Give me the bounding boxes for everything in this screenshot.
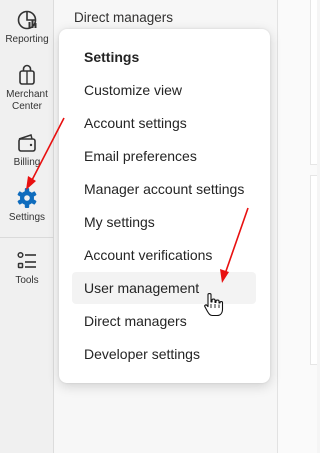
nav-item-label: Reporting: [5, 34, 49, 45]
nav-item-reporting[interactable]: Reporting: [0, 9, 54, 46]
menu-item-user-management[interactable]: User management: [72, 272, 256, 304]
flyout-title: Settings: [84, 49, 140, 65]
nav-item-label: Settings: [8, 212, 46, 223]
settings-flyout-menu: Settings Customize view Account settings…: [59, 29, 270, 383]
menu-item-my-settings[interactable]: My settings: [72, 206, 256, 238]
nav-item-label: Merchant Center: [6, 89, 48, 112]
page-heading: Direct managers: [74, 10, 174, 25]
menu-item-manager-account-settings[interactable]: Manager account settings: [72, 173, 256, 205]
menu-item-customize-view[interactable]: Customize view: [72, 74, 256, 106]
nav-item-label: Billing: [13, 157, 41, 168]
nav-item-billing[interactable]: Billing: [0, 132, 54, 169]
tools-list-icon: [17, 251, 36, 269]
menu-item-account-verifications[interactable]: Account verifications: [72, 239, 256, 271]
reporting-icon: [17, 10, 37, 30]
nav-item-tools[interactable]: Tools: [0, 250, 54, 287]
app-root: Reporting Merchant Center Billing Settin…: [0, 0, 317, 453]
card-edge: [310, 175, 317, 365]
nav-item-merchant-center[interactable]: Merchant Center: [0, 64, 54, 113]
menu-item-email-preferences[interactable]: Email preferences: [72, 140, 256, 172]
nav-item-label: Tools: [15, 275, 39, 286]
nav-item-settings[interactable]: Settings: [0, 187, 54, 224]
nav-divider: [0, 237, 54, 238]
menu-item-developer-settings[interactable]: Developer settings: [72, 338, 256, 370]
card-edge: [310, 0, 317, 165]
merchant-bag-icon: [19, 64, 35, 85]
wallet-icon: [18, 134, 36, 152]
nav-rail: Reporting Merchant Center Billing Settin…: [0, 0, 54, 453]
menu-item-direct-managers[interactable]: Direct managers: [72, 305, 256, 337]
right-pane: [278, 0, 317, 453]
menu-item-account-settings[interactable]: Account settings: [72, 107, 256, 139]
gear-icon: [17, 188, 37, 208]
